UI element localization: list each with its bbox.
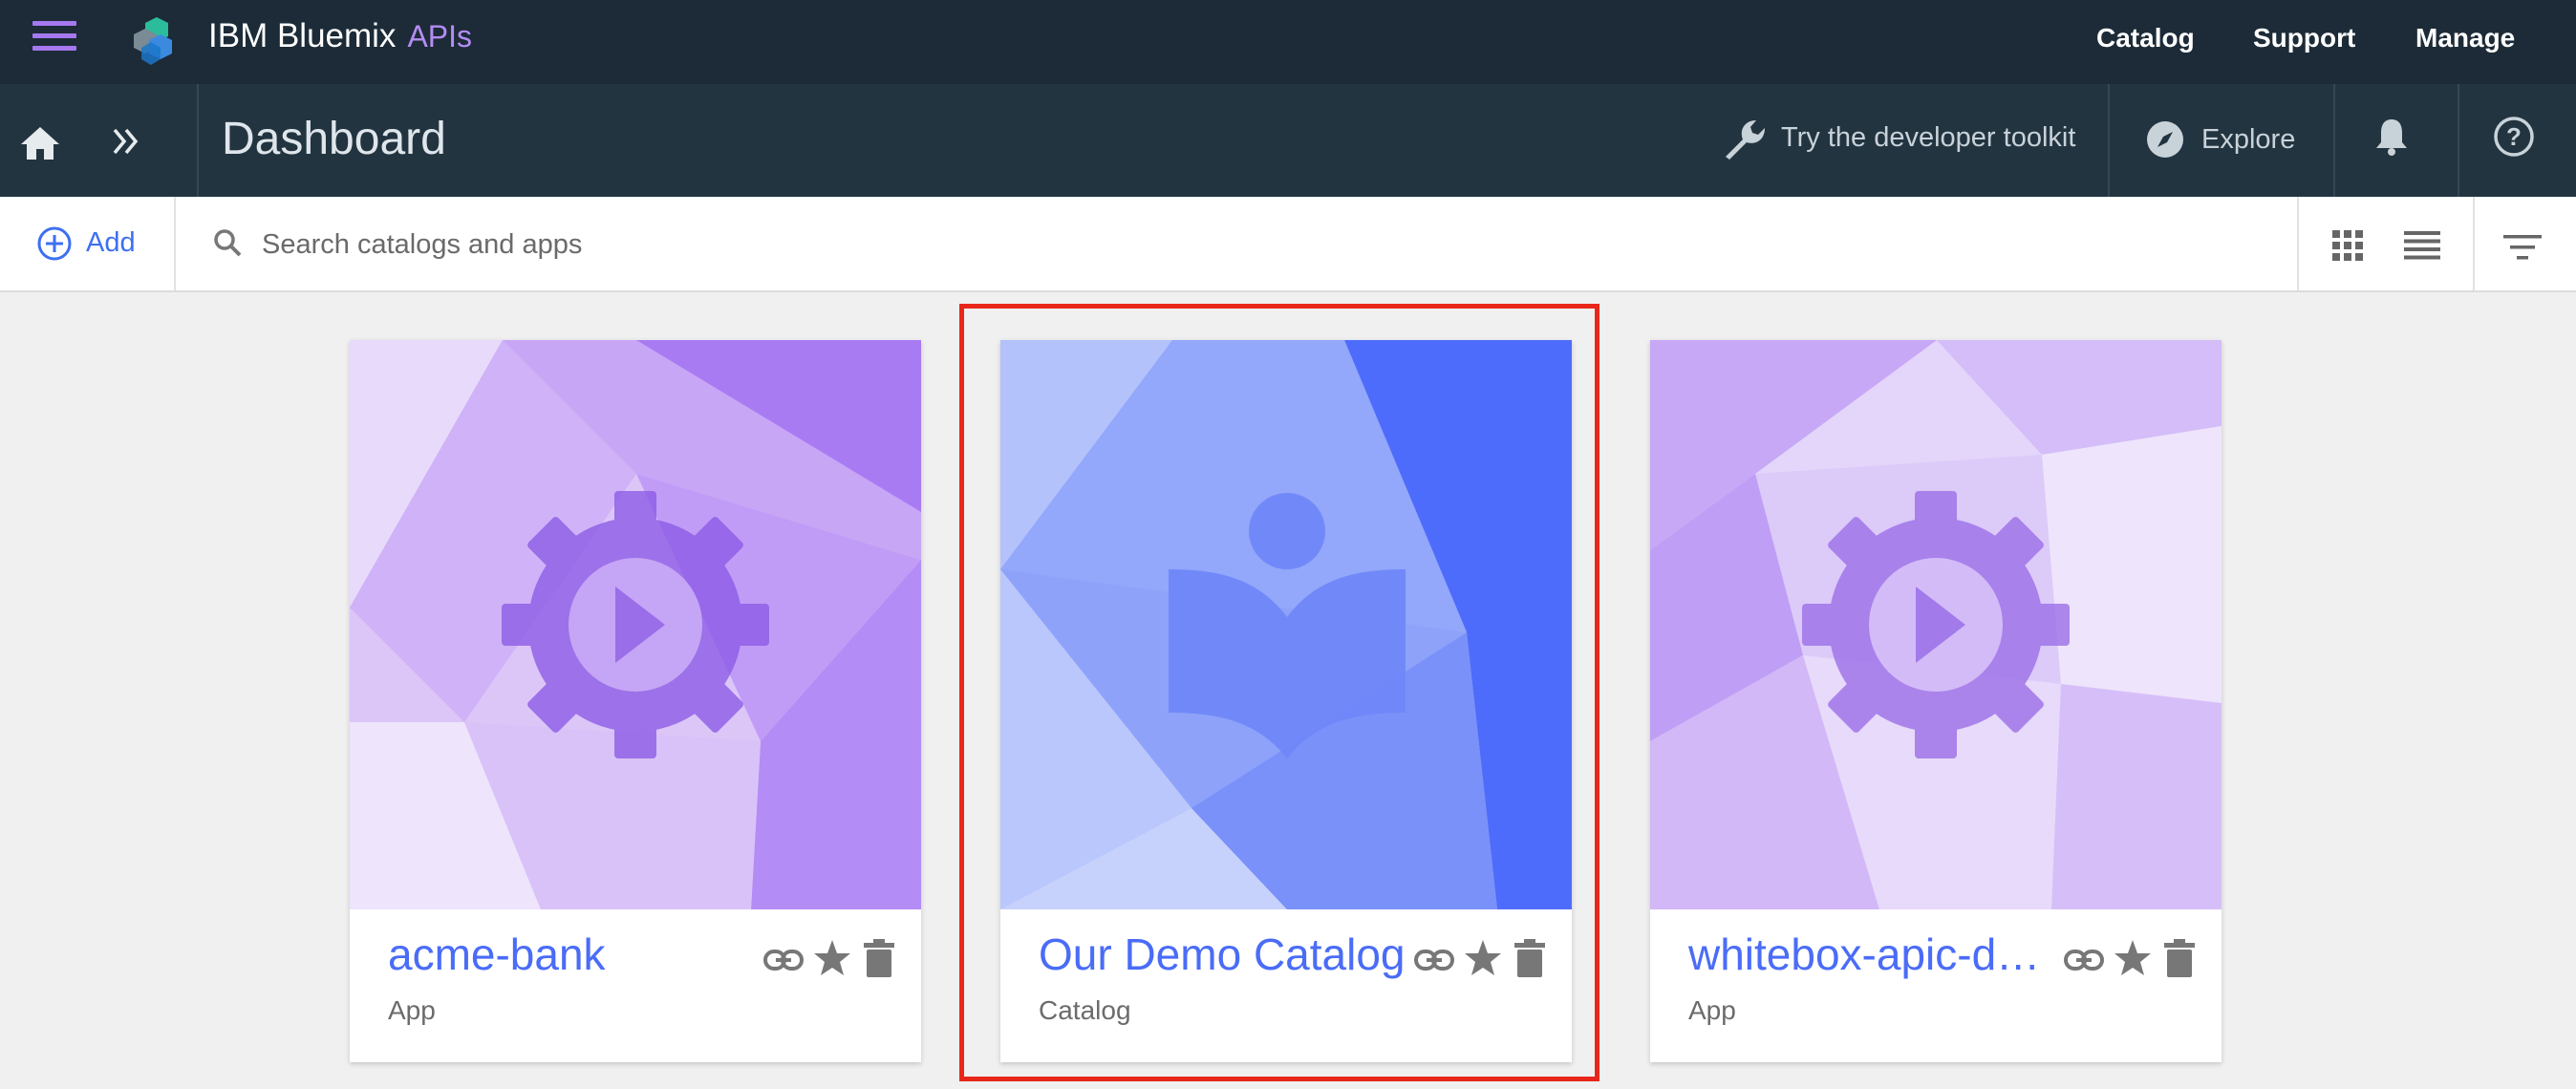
card-type: App	[1688, 995, 1736, 1025]
gear-play-icon	[1802, 491, 2070, 758]
search-icon	[214, 229, 242, 257]
card-type: App	[388, 995, 436, 1025]
divider	[2473, 197, 2475, 290]
card-artwork	[1650, 340, 2222, 909]
add-label: Add	[86, 227, 136, 258]
nav-manage-link[interactable]: Manage	[2415, 23, 2515, 53]
wrench-icon	[1726, 120, 1765, 160]
home-icon[interactable]	[19, 124, 61, 162]
toolbar: Add	[0, 197, 2576, 292]
chevron-double-right-icon[interactable]	[109, 124, 143, 159]
link-icon[interactable]	[2063, 946, 2105, 974]
list-view-icon[interactable]	[2404, 231, 2440, 265]
page-title: Dashboard	[222, 114, 446, 164]
card-artwork	[350, 340, 921, 909]
divider	[197, 84, 199, 197]
card-actions	[762, 936, 906, 984]
svg-text:?: ?	[2506, 122, 2522, 151]
trash-icon[interactable]	[862, 938, 896, 978]
card-actions	[2063, 936, 2206, 984]
search-box	[212, 222, 1311, 267]
search-input[interactable]	[260, 222, 1267, 267]
trash-icon[interactable]	[1513, 938, 1547, 978]
catalog-reader-icon	[1169, 493, 1406, 758]
star-icon[interactable]	[2113, 938, 2153, 978]
bluemix-logo-icon[interactable]	[124, 13, 178, 67]
divider	[2297, 197, 2299, 290]
hamburger-menu-icon[interactable]	[32, 21, 76, 57]
dashboard-bar: Dashboard Try the developer toolkit Expl…	[0, 84, 2576, 197]
brand-title[interactable]: IBM Bluemix APIs	[208, 17, 472, 55]
bell-icon[interactable]	[2373, 117, 2410, 161]
explore-label: Explore	[2201, 124, 2296, 155]
card-app[interactable]: whitebox-apic-demo App	[1650, 340, 2222, 1062]
gear-play-icon	[502, 491, 769, 758]
card-catalog[interactable]: Our Demo Catalog Catalog	[1000, 340, 1572, 1062]
card-title[interactable]: acme-bank	[388, 929, 761, 980]
card-title[interactable]: whitebox-apic-demo	[1688, 929, 2061, 980]
filter-icon[interactable]	[2503, 235, 2542, 265]
toolkit-label: Try the developer toolkit	[1781, 122, 2076, 153]
card-artwork	[1000, 340, 1572, 909]
add-button[interactable]: Add	[36, 225, 136, 264]
brand-suffix: APIs	[407, 19, 473, 53]
explore-link[interactable]: Explore	[2144, 118, 2295, 166]
brand-name: IBM Bluemix	[208, 17, 397, 54]
plus-circle-icon	[37, 226, 72, 261]
divider	[2108, 84, 2110, 197]
compass-icon	[2147, 121, 2183, 158]
card-app[interactable]: acme-bank App	[350, 340, 921, 1062]
trash-icon[interactable]	[2162, 938, 2197, 978]
card-type: Catalog	[1039, 995, 1131, 1025]
grid-view-icon[interactable]	[2331, 229, 2364, 267]
card-actions	[1413, 936, 1556, 984]
help-icon[interactable]: ?	[2492, 115, 2536, 163]
divider	[2333, 84, 2335, 197]
divider	[2458, 84, 2459, 197]
card-title[interactable]: Our Demo Catalog	[1039, 929, 1411, 980]
star-icon[interactable]	[812, 938, 852, 978]
divider	[174, 197, 176, 290]
link-icon[interactable]	[762, 946, 805, 974]
top-bar: IBM Bluemix APIs Catalog Support Manage	[0, 0, 2576, 84]
link-icon[interactable]	[1413, 946, 1455, 974]
nav-support-link[interactable]: Support	[2253, 23, 2355, 53]
nav-catalog-link[interactable]: Catalog	[2096, 23, 2195, 53]
star-icon[interactable]	[1463, 938, 1503, 978]
